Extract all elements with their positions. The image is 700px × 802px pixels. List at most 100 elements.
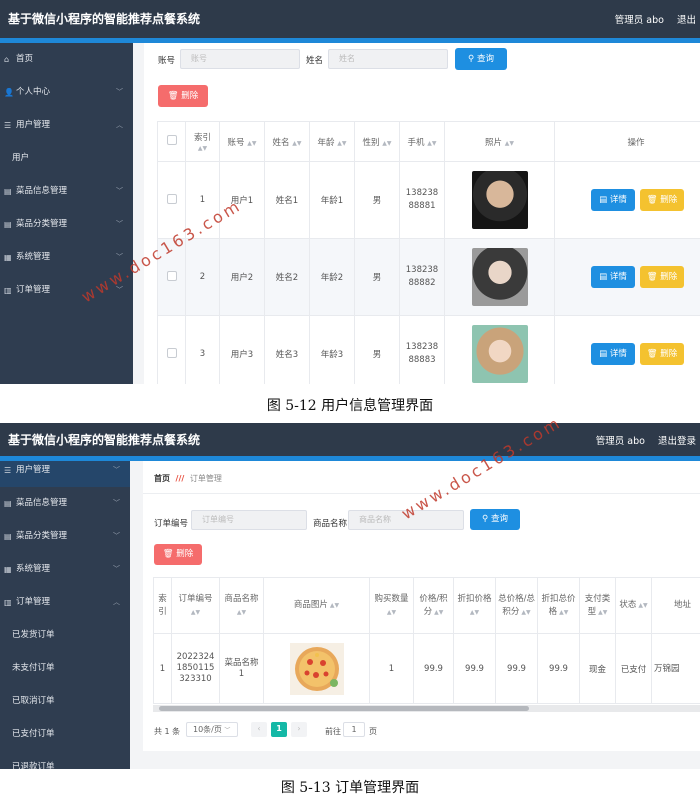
sidebar-item[interactable]: ▦ 系统管理 ﹀	[0, 553, 130, 586]
batch-delete-button[interactable]: 🗑 删除	[158, 85, 208, 107]
sort-icon[interactable]: ▲▼	[470, 609, 479, 616]
sidebar-item-label: 首页	[16, 54, 34, 64]
table-row[interactable]: 1 20223241850115323310 菜品名称1 1 99.9 99.9…	[153, 633, 700, 704]
col-order-no[interactable]: 订单编号 ▲▼	[171, 577, 220, 634]
cell-phone: 13823888882	[399, 238, 445, 316]
col-quantity[interactable]: 购买数量 ▲▼	[369, 577, 414, 634]
chevron-down-icon: ﹀	[116, 220, 123, 228]
delete-button[interactable]: 🗑 删除	[640, 343, 684, 365]
table-header: 索引 ▲▼ 账号 ▲▼ 姓名 ▲▼ 年龄 ▲▼ 性别 ▲▼ 手机 ▲▼ 照片 ▲▼…	[157, 121, 700, 162]
sidebar-item-label: 系统管理	[16, 564, 51, 574]
col-address[interactable]: 地址	[651, 577, 700, 634]
sort-icon[interactable]: ▲▼	[328, 602, 339, 609]
account-input[interactable]: 账号	[180, 49, 300, 69]
sidebar-item[interactable]: ▤ 菜品信息管理 ﹀	[0, 175, 133, 208]
select-all-checkbox[interactable]	[157, 121, 186, 162]
col-index[interactable]: 索引 ▲▼	[185, 121, 220, 162]
order-no-input[interactable]: 订单编号	[191, 510, 307, 530]
breadcrumb-home[interactable]: 首页	[154, 474, 170, 483]
col-photo[interactable]: 照片 ▲▼	[444, 121, 555, 162]
name-input[interactable]: 姓名	[328, 49, 448, 69]
sidebar-item[interactable]: 未支付订单	[0, 652, 130, 685]
row-checkbox[interactable]	[157, 315, 186, 384]
sidebar-item[interactable]: 👤 个人中心 ﹀	[0, 76, 133, 109]
page-size-select[interactable]: 10条/页 ﹀	[186, 722, 238, 737]
sidebar-item-label: 系统管理	[16, 252, 51, 262]
cell-photo	[444, 161, 555, 239]
breadcrumb-current: 订单管理	[189, 474, 222, 483]
sort-icon[interactable]: ▲▼	[237, 609, 246, 616]
page-1-button[interactable]: 1	[271, 722, 287, 737]
table-row[interactable]: 1 用户1 姓名1 年龄1 男 13823888881 ▤ 详情 🗑 删除	[157, 161, 700, 239]
sidebar-item[interactable]: ▥ 订单管理 ︿	[0, 586, 130, 619]
user-management-screenshot: 基于微信小程序的智能推荐点餐系统 管理员 abo 退出 ⌂ 首页 👤 个人中心 ﹀ ☰ 用户…	[0, 0, 700, 384]
prev-page-button[interactable]: ‹	[251, 722, 267, 737]
col-age[interactable]: 年龄 ▲▼	[309, 121, 355, 162]
sidebar-item[interactable]: ▤ 菜品信息管理 ﹀	[0, 487, 130, 520]
query-button[interactable]: ⚲ 查询	[470, 509, 520, 530]
user-photo	[471, 248, 528, 306]
order-icon: ▥	[4, 598, 12, 607]
sort-icon[interactable]: ▲▼	[557, 609, 568, 616]
search-icon: ⚲	[468, 54, 475, 64]
col-gender[interactable]: 性别 ▲▼	[354, 121, 400, 162]
sort-icon[interactable]: ▲▼	[519, 609, 530, 616]
dish-name-label: 商品名称	[313, 519, 348, 529]
table-row[interactable]: 3 用户3 姓名3 年龄3 男 13823888883 ▤ 详情 🗑 删除	[157, 315, 700, 384]
sidebar-item[interactable]: ☰ 用户管理 ︿	[0, 109, 133, 142]
sidebar-item[interactable]: ⌂ 首页	[0, 43, 133, 76]
table-row[interactable]: 2 用户2 姓名2 年龄2 男 13823888882 ▤ 详情 🗑 删除	[157, 238, 700, 316]
logout-link[interactable]: 退出	[677, 15, 696, 26]
col-index[interactable]: 索引	[153, 577, 172, 634]
sidebar-item[interactable]: ☰ 用户管理 ﹀	[0, 461, 130, 487]
page-unit-label: 页	[369, 727, 377, 736]
col-name[interactable]: 姓名 ▲▼	[264, 121, 310, 162]
sidebar-item[interactable]: 已发货订单	[0, 619, 130, 652]
col-pay-type[interactable]: 支付类型 ▲▼	[579, 577, 616, 634]
sidebar-item[interactable]: ▤ 菜品分类管理 ﹀	[0, 208, 133, 241]
delete-button[interactable]: 🗑 删除	[640, 266, 684, 288]
col-total[interactable]: 总价格/总积分 ▲▼	[495, 577, 538, 634]
col-account[interactable]: 账号 ▲▼	[219, 121, 265, 162]
cell-status: 已支付	[615, 633, 652, 704]
logout-link[interactable]: 退出登录	[658, 436, 696, 447]
col-discount-total[interactable]: 折扣总价格 ▲▼	[537, 577, 580, 634]
batch-delete-button[interactable]: 🗑 删除	[154, 544, 202, 565]
detail-button[interactable]: ▤ 详情	[591, 189, 635, 211]
horizontal-scrollbar[interactable]	[153, 705, 700, 712]
col-price[interactable]: 价格/积分 ▲▼	[413, 577, 454, 634]
next-page-button[interactable]: ›	[291, 722, 307, 737]
sort-icon[interactable]: ▲▼	[191, 609, 200, 616]
scrollbar-thumb[interactable]	[159, 706, 529, 711]
sort-icon[interactable]: ▲▼	[432, 609, 443, 616]
sidebar-item[interactable]: 用户	[0, 142, 133, 175]
sidebar-item[interactable]: 已支付订单	[0, 718, 130, 751]
goto-page-input[interactable]: 1	[343, 722, 365, 737]
cell-index: 3	[185, 315, 220, 384]
sidebar-item-label: 个人中心	[16, 87, 51, 97]
col-phone[interactable]: 手机 ▲▼	[399, 121, 445, 162]
cell-dish-image	[263, 633, 370, 704]
sidebar-item[interactable]: 已退款订单	[0, 751, 130, 769]
col-dish-name[interactable]: 商品名称 ▲▼	[219, 577, 264, 634]
sidebar-item-label: 已发货订单	[12, 630, 55, 640]
sort-icon[interactable]: ▲▼	[596, 609, 607, 616]
query-button[interactable]: ⚲ 查询	[455, 48, 507, 70]
delete-button[interactable]: 🗑 删除	[640, 189, 684, 211]
sidebar-item-label: 未支付订单	[12, 663, 55, 673]
cell-order-no: 20223241850115323310	[171, 633, 220, 704]
sidebar-item[interactable]: ▤ 菜品分类管理 ﹀	[0, 520, 130, 553]
sort-icon[interactable]: ▲▼	[636, 602, 647, 609]
sidebar-item-label: 已取消订单	[12, 696, 55, 706]
col-dish-image[interactable]: 商品图片 ▲▼	[263, 577, 370, 634]
chevron-down-icon: ﹀	[113, 499, 120, 507]
detail-button[interactable]: ▤ 详情	[591, 343, 635, 365]
folder-icon: ▤	[4, 532, 12, 541]
col-status[interactable]: 状态 ▲▼	[615, 577, 652, 634]
sidebar-item[interactable]: 已取消订单	[0, 685, 130, 718]
sort-icon[interactable]: ▲▼	[387, 609, 396, 616]
cell-gender: 男	[354, 238, 400, 316]
trash-icon: 🗑	[162, 549, 174, 559]
detail-button[interactable]: ▤ 详情	[591, 266, 635, 288]
col-discount-price[interactable]: 折扣价格 ▲▼	[453, 577, 496, 634]
